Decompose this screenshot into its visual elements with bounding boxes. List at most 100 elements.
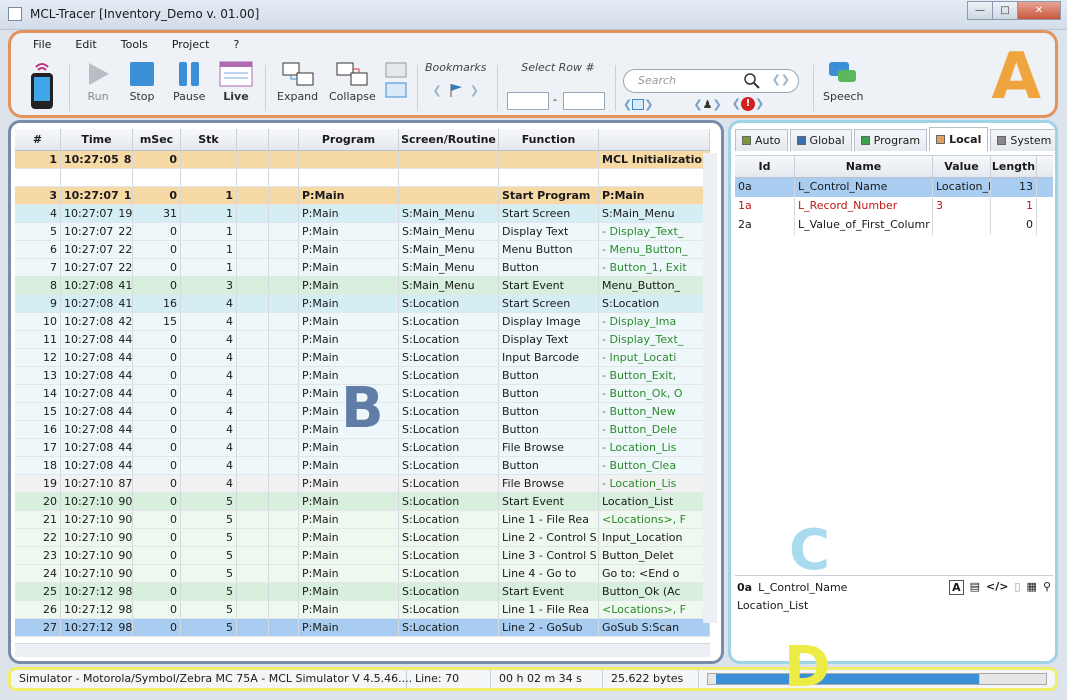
table-row[interactable] (15, 169, 710, 187)
table-row[interactable]: 710:27:07 22701 P:MainS:Main_MenuButton- B… (15, 259, 710, 277)
header-length[interactable]: Length (991, 156, 1037, 177)
minimize-button[interactable]: — (967, 1, 993, 20)
table-row[interactable]: 910:27:08413164P:MainS:LocationStart Scr… (15, 295, 710, 313)
pause-button[interactable]: Pause (173, 61, 205, 117)
table-row[interactable]: 1710:27:08 44404 P:MainS:LocationFile Brow… (15, 439, 710, 457)
stop-button[interactable]: Stop (129, 61, 155, 117)
table-row[interactable]: 1910:27:10 87804 P:MainS:LocationFile Brow… (15, 475, 710, 493)
menu-file[interactable]: File (21, 37, 63, 53)
toolbar-panel: File Edit Tools Project ? Run Stop Pause… (8, 30, 1058, 118)
icon-cell-2 (269, 457, 299, 474)
table-row[interactable]: 2710:27:12 98405 P:MainS:LocationLine 2 - … (15, 619, 710, 637)
horizontal-scrollbar[interactable] (15, 643, 710, 657)
table-row[interactable]: 2110:27:10 90905 P:MainS:LocationLine 1 - … (15, 511, 710, 529)
table-row[interactable]: 2010:27:10 90905 P:MainS:LocationStart Eve… (15, 493, 710, 511)
time-value: 10:27:07 (64, 225, 114, 238)
table-row[interactable]: 810:27:08 41303 P:MainS:Main_MenuStart Eve… (15, 277, 710, 295)
chevron-right-icon[interactable]: ❯ (470, 84, 479, 97)
table-row[interactable]: 2410:27:10 90905 P:MainS:LocationLine 4 - … (15, 565, 710, 583)
header-name[interactable]: Name (795, 156, 933, 177)
search-prev-next-icon[interactable]: ❮❯ (772, 73, 790, 86)
grid-header-cell[interactable]: Stk (181, 129, 237, 150)
table-row[interactable]: 1110:27:08 44404 P:MainS:LocationDisplay T… (15, 331, 710, 349)
expand-button[interactable]: Expand (277, 61, 318, 117)
header-value[interactable]: Value (933, 156, 991, 177)
image-icon[interactable]: ▦ (1027, 580, 1037, 595)
grid-header-cell[interactable]: Screen/Routine (399, 129, 499, 150)
menu-project[interactable]: Project (160, 37, 222, 53)
table-row[interactable]: 310:27:0719601P:MainStart ProgramP:Main (15, 187, 710, 205)
folder-icon[interactable]: ▯ (1014, 580, 1020, 595)
grid-header-cell[interactable] (269, 129, 299, 150)
icon-cell-2 (269, 331, 299, 348)
variable-row[interactable]: 1a L_Record_Number 3 1 (735, 197, 1053, 216)
program-cell: P:Main (299, 241, 399, 258)
table-row[interactable]: 2510:27:12 98405 P:MainS:LocationStart Eve… (15, 583, 710, 601)
screen-cell: S:Location (399, 619, 499, 636)
table-row[interactable]: 610:27:07 22701 P:MainS:Main_MenuMenu Butt… (15, 241, 710, 259)
menu-help[interactable]: ? (221, 37, 251, 53)
function-cell: Input Barcode (499, 349, 599, 366)
time-cell: 10:27:10 909 (61, 529, 133, 546)
code-icon[interactable]: </> (986, 580, 1008, 595)
maximize-button[interactable]: □ (992, 1, 1018, 20)
speech-button[interactable]: Speech (823, 61, 864, 117)
variable-row[interactable]: 0a L_Control_Name Location_L 13 (735, 178, 1053, 197)
tab-auto[interactable]: Auto (735, 129, 788, 151)
bookmark-flag-icon[interactable] (448, 82, 464, 98)
search-icon[interactable] (744, 73, 760, 89)
tab-local[interactable]: Local (929, 127, 989, 151)
run-button[interactable]: Run (85, 61, 111, 117)
tab-program[interactable]: Program (853, 129, 928, 151)
table-row[interactable]: 1010:27:08 429154 P:MainS:LocationDisplay … (15, 313, 710, 331)
document-icon[interactable]: ▤ (970, 580, 980, 595)
filter-screen-icon[interactable]: ❮ ❯ (623, 98, 653, 111)
stack-cell: 4 (181, 385, 237, 402)
header-id[interactable]: Id (735, 156, 795, 177)
table-row[interactable]: 1210:27:08 44404 P:MainS:LocationInput Bar… (15, 349, 710, 367)
table-row[interactable]: 410:27:07196311P:MainS:Main_MenuStart Sc… (15, 205, 710, 223)
msec-cell: 0 (133, 187, 181, 204)
grid-header-cell[interactable]: Time (61, 129, 133, 150)
table-row[interactable]: 2610:27:12 98405 P:MainS:LocationLine 1 - … (15, 601, 710, 619)
row-to-input[interactable] (563, 92, 605, 110)
time-value: 10:27:10 (64, 477, 114, 490)
table-row[interactable]: 2210:27:10 90905 P:MainS:LocationLine 2 - … (15, 529, 710, 547)
grid-header-cell[interactable] (237, 129, 269, 150)
table-row[interactable]: 2310:27:10 90905 P:MainS:LocationLine 3 - … (15, 547, 710, 565)
search-input[interactable]: Search ❮❯ (623, 69, 799, 93)
tab-global[interactable]: Global (789, 129, 852, 151)
grid-header-cell[interactable]: mSec (133, 129, 181, 150)
filter-error-icon[interactable]: ❮! ❯ (732, 97, 764, 111)
stack-cell: 4 (181, 403, 237, 420)
vertical-scrollbar[interactable] (703, 153, 717, 623)
detail-cell: S:Main_Menu (599, 205, 710, 222)
chevron-left-icon[interactable]: ❮ (433, 84, 442, 97)
menu-edit[interactable]: Edit (63, 37, 108, 53)
time-cell: 10:27:08 444 (61, 403, 133, 420)
table-row[interactable]: 510:27:07 22701 P:MainS:Main_MenuDisplay T… (15, 223, 710, 241)
row-from-input[interactable] (507, 92, 549, 110)
device-button[interactable] (27, 61, 57, 117)
screen-cell: S:Main_Menu (399, 223, 499, 240)
icon-cell-2 (269, 619, 299, 636)
font-icon[interactable]: A (949, 580, 964, 595)
close-button[interactable]: ✕ (1017, 1, 1061, 20)
live-button[interactable]: Live (219, 61, 253, 117)
variable-row[interactable]: 2a L_Value_of_First_Columr 0 (735, 216, 1053, 235)
table-row[interactable]: 110:27:05 8080 MCL Initialization. Log (15, 151, 710, 169)
grid-header-cell[interactable] (599, 129, 710, 150)
grid-header-cell[interactable]: Program (299, 129, 399, 150)
function-cell: File Browse (499, 439, 599, 456)
table-row[interactable]: 1810:27:08 44404 P:MainS:LocationButton- B… (15, 457, 710, 475)
filter-user-icon[interactable]: ❮♟❯ (693, 98, 721, 111)
tab-system[interactable]: System (990, 129, 1055, 151)
tab-label: System (1010, 133, 1052, 147)
view-toggle-buttons[interactable] (385, 61, 407, 117)
menu-tools[interactable]: Tools (109, 37, 160, 53)
grid-header-cell[interactable]: # (15, 129, 61, 150)
grid-header-cell[interactable]: Function (499, 129, 599, 150)
screen-cell: S:Location (399, 583, 499, 600)
zoom-icon[interactable]: ⚲ (1043, 580, 1051, 595)
collapse-button[interactable]: Collapse (329, 61, 376, 117)
